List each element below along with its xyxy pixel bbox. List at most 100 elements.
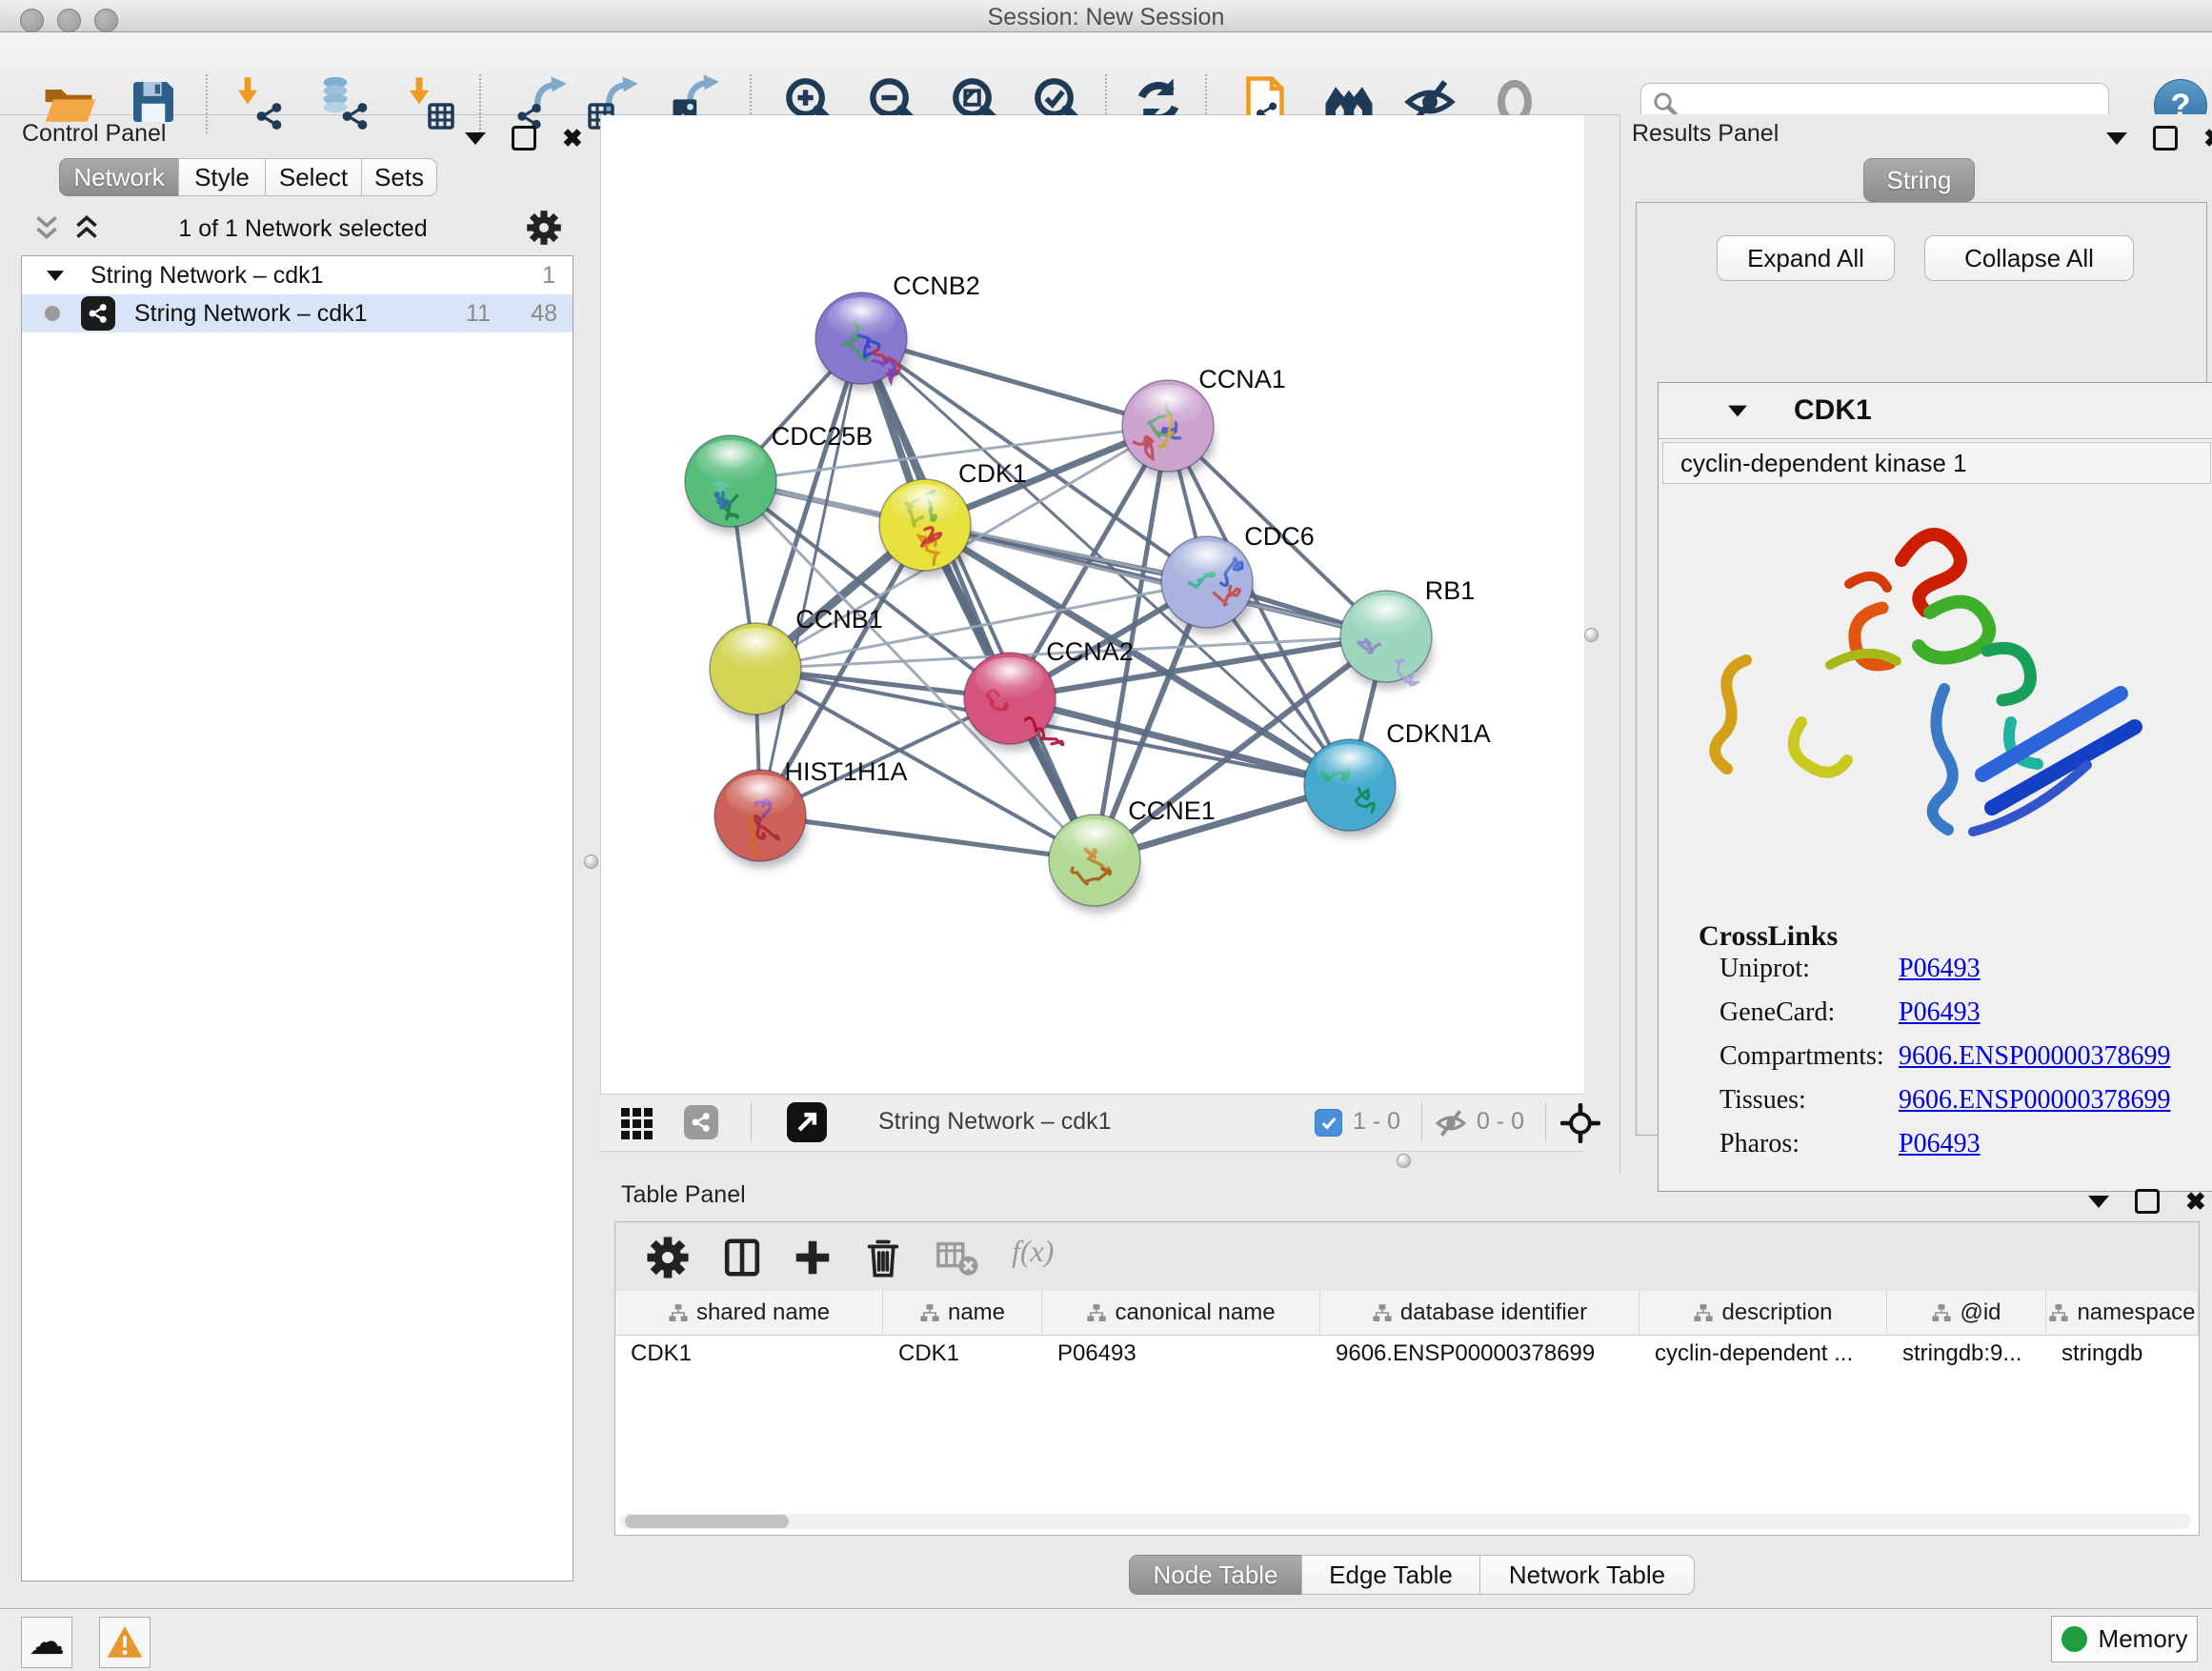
table-cell[interactable]: CDK1 xyxy=(615,1335,883,1373)
table-panel-title: Table Panel xyxy=(621,1181,746,1209)
selected-checkbox-icon[interactable] xyxy=(1315,1109,1342,1137)
crosslink-value-link[interactable]: P06493 xyxy=(1899,997,1981,1028)
table-cell[interactable]: CDK1 xyxy=(883,1335,1042,1373)
float-panel-icon[interactable] xyxy=(512,126,536,151)
column-type-icon xyxy=(1086,1302,1107,1323)
float-panel-icon[interactable] xyxy=(2135,1189,2160,1214)
crosslink-value-link[interactable]: P06493 xyxy=(1899,1129,1981,1159)
delete-column-trash-icon[interactable] xyxy=(861,1236,905,1279)
close-panel-icon[interactable]: ✖ xyxy=(2203,129,2212,148)
crosslink-label: Tissues: xyxy=(1719,1085,1899,1116)
crosslink-value-link[interactable]: 9606.ENSP00000378699 xyxy=(1899,1085,2170,1116)
collapse-all-button[interactable]: Collapse All xyxy=(1924,235,2134,281)
column-label: name xyxy=(948,1299,1005,1326)
results-panel: Results Panel ✖ String Expand All Collap… xyxy=(1619,114,2212,1174)
node-label: CDK1 xyxy=(958,459,1027,488)
network-tree: String Network – cdk1 1 String Network –… xyxy=(21,255,573,1581)
table-toolbar: f(x) xyxy=(615,1222,2199,1292)
table-cell[interactable]: stringdb xyxy=(2046,1335,2199,1373)
panel-menu-icon[interactable] xyxy=(465,132,486,145)
node-label: CCNA1 xyxy=(1198,365,1286,393)
tab-style[interactable]: Style xyxy=(178,158,266,196)
network-selection-status: 1 of 1 Network selected xyxy=(122,215,484,243)
network-svg: CCNB2CCNA1CDC25BCDK1CDC6RB1CCNB1CCNA2CDK… xyxy=(601,115,1584,1094)
memory-label: Memory xyxy=(2099,1624,2188,1654)
warning-icon[interactable] xyxy=(99,1617,151,1668)
table-cell[interactable]: stringdb:9... xyxy=(1887,1335,2046,1373)
window-title: Session: New Session xyxy=(0,4,2212,31)
hidden-eye-icon[interactable] xyxy=(1435,1107,1467,1139)
node-label: CDKN1A xyxy=(1386,719,1491,748)
tab-edge-table[interactable]: Edge Table xyxy=(1301,1555,1480,1595)
close-panel-icon[interactable]: ✖ xyxy=(2185,1192,2206,1211)
tab-sets[interactable]: Sets xyxy=(361,158,437,196)
memory-status-dot xyxy=(2061,1626,2087,1652)
panel-menu-icon[interactable] xyxy=(2106,132,2127,145)
close-panel-icon[interactable]: ✖ xyxy=(562,129,583,148)
memory-button[interactable]: Memory xyxy=(2051,1616,2198,1662)
left-splitter-handle[interactable] xyxy=(584,855,598,869)
node-label: CDC6 xyxy=(1244,522,1315,551)
protein-header[interactable]: CDK1 xyxy=(1659,383,2212,439)
column-header[interactable]: @id xyxy=(1887,1291,2046,1335)
table-gear-icon[interactable] xyxy=(646,1236,690,1279)
control-panel: Control Panel ✖ Network Style Select Set… xyxy=(8,118,591,1604)
column-header[interactable]: name xyxy=(883,1291,1042,1335)
crosslink-value-link[interactable]: P06493 xyxy=(1899,954,1981,984)
table-cell[interactable]: 9606.ENSP00000378699 xyxy=(1320,1335,1639,1373)
float-panel-icon[interactable] xyxy=(2153,126,2178,151)
add-column-icon[interactable] xyxy=(791,1236,835,1279)
crosslink-row: Tissues:9606.ENSP00000378699 xyxy=(1719,1078,2196,1122)
collection-expander-icon[interactable] xyxy=(47,271,64,281)
tab-node-table[interactable]: Node Table xyxy=(1129,1555,1302,1595)
detach-view-icon[interactable] xyxy=(787,1102,827,1142)
show-columns-icon[interactable] xyxy=(720,1236,764,1279)
network-canvas[interactable]: CCNB2CCNA1CDC25BCDK1CDC6RB1CCNB1CCNA2CDK… xyxy=(600,115,1584,1094)
horizontal-splitter-handle[interactable] xyxy=(1397,1154,1411,1168)
table-cell[interactable]: P06493 xyxy=(1042,1335,1320,1373)
crosslink-value-link[interactable]: 9606.ENSP00000378699 xyxy=(1899,1041,2170,1072)
network-view-share-icon[interactable] xyxy=(684,1105,718,1139)
protein-structure-image xyxy=(1687,493,2182,903)
network-row[interactable]: String Network – cdk1 11 48 xyxy=(22,294,573,332)
network-edge[interactable] xyxy=(760,338,861,815)
selected-counts: 1 - 0 xyxy=(1353,1108,1400,1136)
network-collection-row[interactable]: String Network – cdk1 1 xyxy=(22,256,573,294)
right-splitter-handle[interactable] xyxy=(1584,628,1599,642)
network-status-dot xyxy=(45,306,60,321)
collapse-all-networks-icon[interactable] xyxy=(30,211,63,244)
horizontal-scrollbar[interactable] xyxy=(619,1514,2191,1529)
grid-view-icon[interactable] xyxy=(621,1108,653,1139)
network-edge[interactable] xyxy=(760,815,1095,860)
protein-expander-icon[interactable] xyxy=(1728,405,1747,416)
node-label: CDC25B xyxy=(772,422,874,451)
column-header[interactable]: namespace xyxy=(2046,1291,2199,1335)
panel-menu-icon[interactable] xyxy=(2088,1196,2109,1208)
network-options-gear-icon[interactable] xyxy=(526,210,562,246)
column-header[interactable]: canonical name xyxy=(1042,1291,1320,1335)
fit-content-crosshair-icon[interactable] xyxy=(1560,1103,1600,1143)
column-type-icon xyxy=(1372,1302,1393,1323)
column-header[interactable]: database identifier xyxy=(1320,1291,1639,1335)
column-header[interactable]: shared name xyxy=(615,1291,883,1335)
tab-network[interactable]: Network xyxy=(59,158,179,196)
tab-string[interactable]: String xyxy=(1863,158,1975,202)
scrollbar-thumb[interactable] xyxy=(625,1515,789,1528)
column-label: description xyxy=(1721,1299,1832,1326)
table-cell[interactable]: cyclin-dependent ... xyxy=(1639,1335,1887,1373)
column-label: database identifier xyxy=(1400,1299,1587,1326)
tab-network-table[interactable]: Network Table xyxy=(1479,1555,1695,1595)
column-type-icon xyxy=(1693,1302,1714,1323)
expand-all-button[interactable]: Expand All xyxy=(1717,235,1895,281)
table-row[interactable]: CDK1CDK1P064939606.ENSP00000378699cyclin… xyxy=(615,1335,2199,1373)
protein-name: CDK1 xyxy=(1794,394,1872,427)
tab-select[interactable]: Select xyxy=(265,158,362,196)
cloud-status-icon[interactable]: ☁ xyxy=(21,1617,72,1668)
delete-table-icon xyxy=(935,1236,979,1279)
control-panel-title: Control Panel xyxy=(22,120,166,148)
table-tabs: Node Table Edge Table Network Table xyxy=(1129,1555,1695,1595)
column-header[interactable]: description xyxy=(1639,1291,1887,1335)
network-node-count: 11 xyxy=(466,300,491,328)
expand-all-networks-icon[interactable] xyxy=(70,211,103,244)
function-builder-icon: f(x) xyxy=(1012,1234,1054,1269)
